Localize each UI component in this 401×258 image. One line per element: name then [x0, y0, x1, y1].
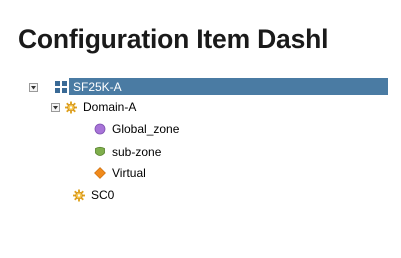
green-shield-icon [94, 146, 106, 158]
orange-diamond-icon [94, 167, 106, 179]
gear-sun-icon [65, 101, 77, 113]
tree-node-label[interactable]: SC0 [91, 187, 114, 203]
tree-node-label[interactable]: Virtual [112, 165, 146, 181]
tree-node-zone[interactable]: sub-zone [94, 142, 161, 162]
tree-node-sc0[interactable]: SC0 [73, 185, 114, 205]
tree-node-domain[interactable]: Domain-A [51, 97, 136, 117]
purple-circle-icon [94, 123, 106, 135]
tree-node-root[interactable]: SF25K-A [29, 77, 122, 97]
server-grid-icon [55, 81, 67, 93]
tree-node-label[interactable]: SF25K-A [73, 79, 122, 95]
configuration-tree: SF25K-A Domain-A Global_zone sub-zone Vi… [0, 0, 401, 258]
collapse-toggle-icon[interactable] [29, 82, 38, 92]
tree-node-label[interactable]: Domain-A [83, 99, 136, 115]
tree-node-zone[interactable]: Global_zone [94, 119, 179, 139]
tree-node-label[interactable]: sub-zone [112, 144, 161, 160]
gear-sun-icon [73, 189, 85, 201]
tree-node-zone[interactable]: Virtual [94, 163, 146, 183]
tree-node-label[interactable]: Global_zone [112, 121, 179, 137]
collapse-toggle-icon[interactable] [51, 102, 60, 112]
